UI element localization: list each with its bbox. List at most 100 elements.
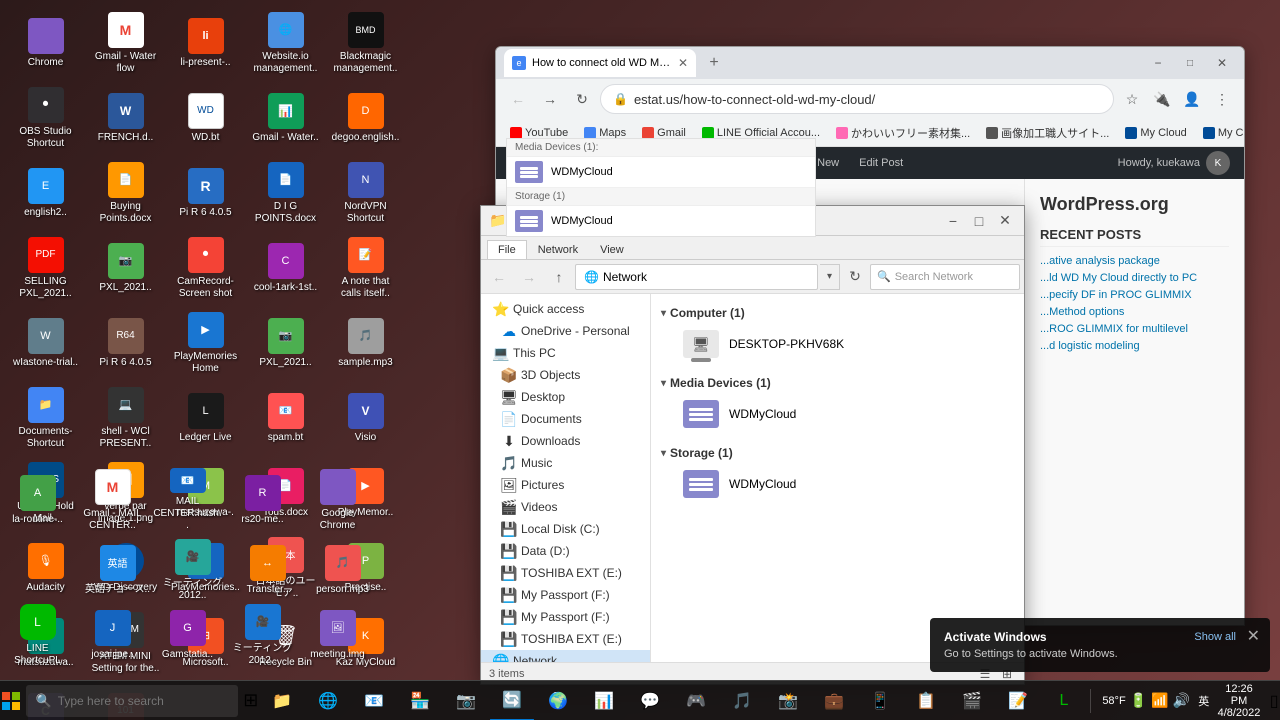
browser-profile-button[interactable]: 👤 <box>1178 85 1206 113</box>
desktop-icon-chrome[interactable]: Chrome <box>8 8 83 78</box>
desktop-icon-blackmagic[interactable]: BMD Blackmagic management.. <box>328 8 403 78</box>
desktop-icon-camrecord[interactable]: ⏺ CamRecord-Screen shot <box>168 233 243 303</box>
explorer-address-bar[interactable]: 🌐 Network <box>575 264 818 290</box>
taskbar-app14[interactable]: 📱 <box>858 681 902 720</box>
browser-extension-button[interactable]: 🔌 <box>1148 85 1176 113</box>
taskbar-app7[interactable]: 🌍 <box>536 681 580 720</box>
browser-new-tab-button[interactable]: + <box>700 49 728 77</box>
desktop-icon-playmemories[interactable]: ▶ PlayMemories Home <box>168 308 243 378</box>
taskbar-lang-indicator[interactable]: 英 <box>1198 681 1210 720</box>
browser-minimize-button[interactable]: − <box>1144 49 1172 77</box>
nav-item-thispc[interactable]: 💻 This PC <box>481 342 650 364</box>
wp-editpost-item[interactable]: Edit Post <box>853 147 909 179</box>
desktop-icon-samplemp3[interactable]: 🎵 sample.mp3 <box>328 308 403 378</box>
recent-post-item[interactable]: ...ROC GLIMMIX for multilevel <box>1040 323 1229 335</box>
desktop-icon-gamstatia[interactable]: G Gamstatia.. <box>150 600 225 670</box>
explorer-refresh-button[interactable]: ↻ <box>842 264 868 290</box>
taskbar-app12[interactable]: 📸 <box>766 681 810 720</box>
taskbar-mail[interactable]: 📧 <box>352 681 396 720</box>
taskbar-photos[interactable]: 📷 <box>444 681 488 720</box>
desktop-icon-rs20[interactable]: R rs20-me.. <box>225 465 300 535</box>
desktop-icon-word-french[interactable]: W FRENCH.d.. <box>88 83 163 153</box>
desktop-icon-gmail-mail[interactable]: M Gmail - MAIL CENTER.. <box>75 465 150 535</box>
desktop-icon-big[interactable]: 📄 D I G POINTS.docx <box>248 158 323 228</box>
desktop-icon-wdbt[interactable]: WD WD.bt <box>168 83 243 153</box>
explorer-back-button[interactable]: ← <box>485 263 513 291</box>
explorer-maximize-button[interactable]: □ <box>968 210 990 232</box>
show-desktop-button[interactable]: ▯ <box>1268 681 1280 720</box>
nav-item-toshibae2[interactable]: 💾 TOSHIBA EXT (E:) <box>481 628 650 650</box>
desktop-icon-lipresent[interactable]: li li-present-.. <box>168 8 243 78</box>
taskbar-volume-icon[interactable]: 🔊 <box>1173 692 1190 709</box>
desktop-icon-obs[interactable]: ⏺ OBS Studio Shortcut <box>8 83 83 153</box>
recent-post-item[interactable]: ...Method options <box>1040 306 1229 318</box>
browser-maximize-button[interactable]: □ <box>1176 49 1204 77</box>
desktop-icon-degoo[interactable]: D degoo.english.. <box>328 83 403 153</box>
taskbar-edge[interactable]: 🌐 <box>306 681 350 720</box>
nav-item-quickaccess[interactable]: ⭐ Quick access <box>481 298 650 320</box>
desktop-icon-audacity[interactable]: 🎙 Audacity <box>8 533 83 603</box>
desktop-icon-cool[interactable]: C cool-1ark-1st.. <box>248 233 323 303</box>
browser-back-button[interactable]: ← <box>504 85 532 113</box>
desktop-icon-pdf-selling[interactable]: PDF SELLING PXL_2021.. <box>8 233 83 303</box>
desktop-icon-nordvpn[interactable]: N NordVPN Shortcut <box>328 158 403 228</box>
desktop-icon-ledger[interactable]: L Ledger Live <box>168 383 243 453</box>
desktop-icon-r[interactable]: R Pi R 6 4.0.5 <box>168 158 243 228</box>
desktop-icon-personmp3[interactable]: 🎵 person.mp3 <box>305 535 380 605</box>
taskview-button[interactable]: ⊞ <box>242 681 260 720</box>
ribbon-tab-file[interactable]: File <box>487 240 527 259</box>
desktop-icon-josai[interactable]: J josai.jpe.. <box>75 600 150 670</box>
desktop-icon-ru64[interactable]: R64 Pi R 6 4.0.5 <box>88 308 163 378</box>
bookmark-kawaii[interactable]: かわいいフリー素材集... <box>830 123 976 143</box>
explorer-search-box[interactable]: 🔍 Search Network <box>870 264 1020 290</box>
nav-item-downloads[interactable]: ⬇ Downloads <box>481 430 650 452</box>
desktop-icon-anote[interactable]: 📝 A note that calls itself.. <box>328 233 403 303</box>
browser-forward-button[interactable]: → <box>536 85 564 113</box>
desktop-icon-gchrome2[interactable]: Google Chrome <box>300 465 375 535</box>
taskbar-app9[interactable]: 💬 <box>628 681 672 720</box>
recent-post-item[interactable]: ...d logistic modeling <box>1040 340 1229 352</box>
desktop-icon-gsheet[interactable]: 📊 Gmail - Water.. <box>248 83 323 153</box>
nav-item-desktop[interactable]: 🖥 Desktop <box>481 386 650 408</box>
explorer-forward-button[interactable]: → <box>515 263 543 291</box>
taskbar-search-box[interactable]: 🔍 <box>26 685 238 717</box>
taskbar-app16[interactable]: 🎬 <box>950 681 994 720</box>
browser-url-bar[interactable]: 🔒 estat.us/how-to-connect-old-wd-my-clou… <box>600 84 1114 114</box>
desktop-icon-wstone[interactable]: W wIastone-trial.. <box>8 308 83 378</box>
nav-item-music[interactable]: 🎵 Music <box>481 452 650 474</box>
desktop-icon-mailcenter[interactable]: 📧 MAIL CENTER.hash.. <box>150 465 225 535</box>
taskbar-app18[interactable]: L <box>1042 681 1086 720</box>
recent-post-item[interactable]: ...ative analysis package <box>1040 255 1229 267</box>
browser-tab-active[interactable]: e How to connect old WD My Clo... ✕ <box>504 49 696 77</box>
taskbar-app8[interactable]: 📊 <box>582 681 626 720</box>
start-button[interactable] <box>0 681 22 720</box>
network-computer-header[interactable]: ▾ Computer (1) <box>659 302 1016 324</box>
recent-post-item[interactable]: ...ld WD My Cloud directly to PC <box>1040 272 1229 284</box>
desktop-icon-english[interactable]: E english2.. <box>8 158 83 228</box>
show-all-link[interactable]: Show all <box>1194 631 1236 643</box>
taskbar-wifi-icon[interactable]: 📶 <box>1151 692 1168 709</box>
taskbar-app13[interactable]: 💼 <box>812 681 856 720</box>
taskbar-app10[interactable]: 🎮 <box>674 681 718 720</box>
nav-item-passportf1[interactable]: 💾 My Passport (F:) <box>481 584 650 606</box>
browser-bookmark-button[interactable]: ☆ <box>1118 85 1146 113</box>
desktop-icon-meeting1[interactable]: 🎥 ミーティング 2012.. <box>155 535 230 605</box>
desktop-icon-aroute[interactable]: A la-routine-.. <box>0 465 75 535</box>
bookmark-mycloud1[interactable]: My Cloud <box>1119 125 1192 141</box>
browser-menu-button[interactable]: ⋮ <box>1208 85 1236 113</box>
explorer-close-button[interactable]: ✕ <box>994 210 1016 232</box>
taskbar-store[interactable]: 🏪 <box>398 681 442 720</box>
taskbar-battery-icon[interactable]: 🔋 <box>1130 692 1147 709</box>
browser-reload-button[interactable]: ↻ <box>568 85 596 113</box>
toast-close-button[interactable]: ✕ <box>1247 626 1260 646</box>
desktop-icon-buying[interactable]: 📄 Buying Points.docx <box>88 158 163 228</box>
taskbar-fileexplorer[interactable]: 📁 <box>260 681 304 720</box>
ribbon-tab-network[interactable]: Network <box>527 240 589 259</box>
desktop-icon-eng2[interactable]: 英語 英語チョース.. <box>80 535 155 605</box>
desktop-icon-gmail[interactable]: M Gmail - Water flow <box>88 8 163 78</box>
desktop-icon-line-shortcut[interactable]: L LINE ShortcuPL <box>0 600 75 670</box>
desktop-icon-documents[interactable]: 📁 Documents-Shortcut <box>8 383 83 453</box>
nav-item-onedrive[interactable]: ☁ OneDrive - Personal <box>481 320 650 342</box>
taskbar-app17[interactable]: 📝 <box>996 681 1040 720</box>
network-item-wdmycloud-media[interactable]: WDMyCloud <box>675 394 1016 434</box>
